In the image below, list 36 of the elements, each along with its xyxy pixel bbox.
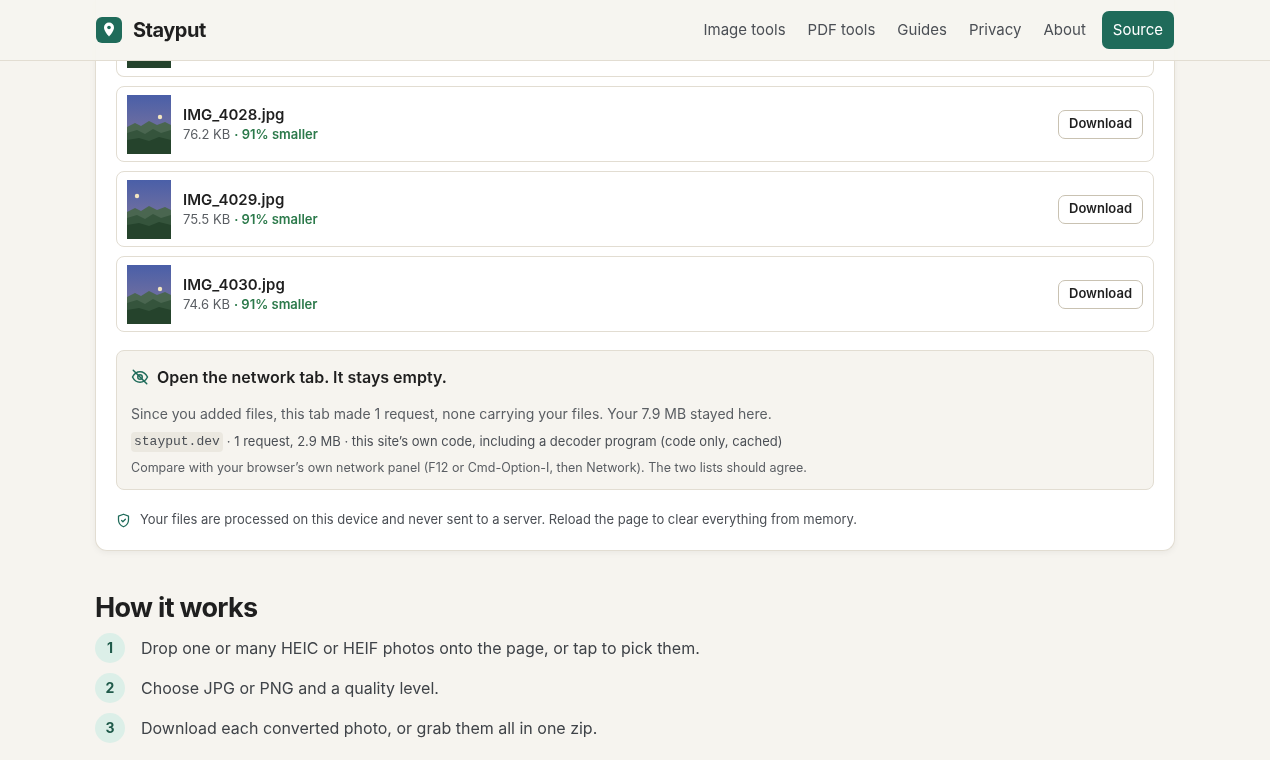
nav-link[interactable]: Guides (889, 18, 955, 42)
privacy-note: Your files are processed on this device and never sent to a server. Reload the page to clear everything from memory. (140, 510, 857, 530)
step-number: 1 (95, 632, 125, 663)
size-saving: · 91% smaller (234, 211, 318, 227)
brand-name: Stayput (133, 17, 206, 44)
map-pin-icon (96, 17, 122, 43)
panel-title: Open the network tab. It stays empty. (157, 366, 447, 389)
download-button[interactable]: Download (1058, 279, 1143, 309)
panel-note: Compare with your browser’s own network panel (F12 or Cmd-Option-I, then Network). The two lists should agree. (131, 458, 808, 477)
nav-link[interactable]: PDF tools (799, 18, 884, 42)
request-detail: · 1 request, 2.9 MB · this site’s own code, including a decoder program (code only, cached) (226, 432, 783, 451)
file-size: 74.6 KB (183, 296, 230, 312)
file-name: IMG_4030.jpg (183, 275, 286, 295)
source-link[interactable]: Source (1101, 11, 1174, 49)
shield-check-icon (116, 512, 131, 528)
panel-summary: Since you added files, this tab made 1 request, none carrying your files. Your 7.9 MB stayed here. (131, 404, 773, 424)
thumbnail-edge (127, 60, 171, 68)
nav-link[interactable]: About (1035, 18, 1094, 42)
file-name: IMG_4028.jpg (183, 105, 286, 125)
section-heading: How it works (95, 590, 259, 625)
step-text: Download each converted photo, or grab them all in one zip. (141, 716, 598, 740)
file-name: IMG_4029.jpg (183, 190, 286, 210)
size-saving: · 91% smaller (233, 296, 318, 312)
step-number: 3 (95, 712, 125, 743)
step-text: Choose JPG or PNG and a quality level. (141, 676, 439, 700)
step-text: Drop one or many HEIC or HEIF photos onto the page, or tap to pick them. (141, 636, 700, 660)
nav-link[interactable]: Image tools (695, 18, 794, 42)
file-size: 76.2 KB (183, 126, 231, 142)
file-size: 75.5 KB (183, 211, 231, 227)
nav-link[interactable]: Privacy (960, 18, 1030, 42)
download-button[interactable]: Download (1058, 109, 1143, 139)
size-saving: · 91% smaller (234, 126, 318, 142)
step-number: 2 (95, 672, 125, 703)
download-button[interactable]: Download (1058, 194, 1143, 224)
host-name: stayput.dev (131, 432, 223, 452)
eye-off-icon (131, 368, 149, 386)
